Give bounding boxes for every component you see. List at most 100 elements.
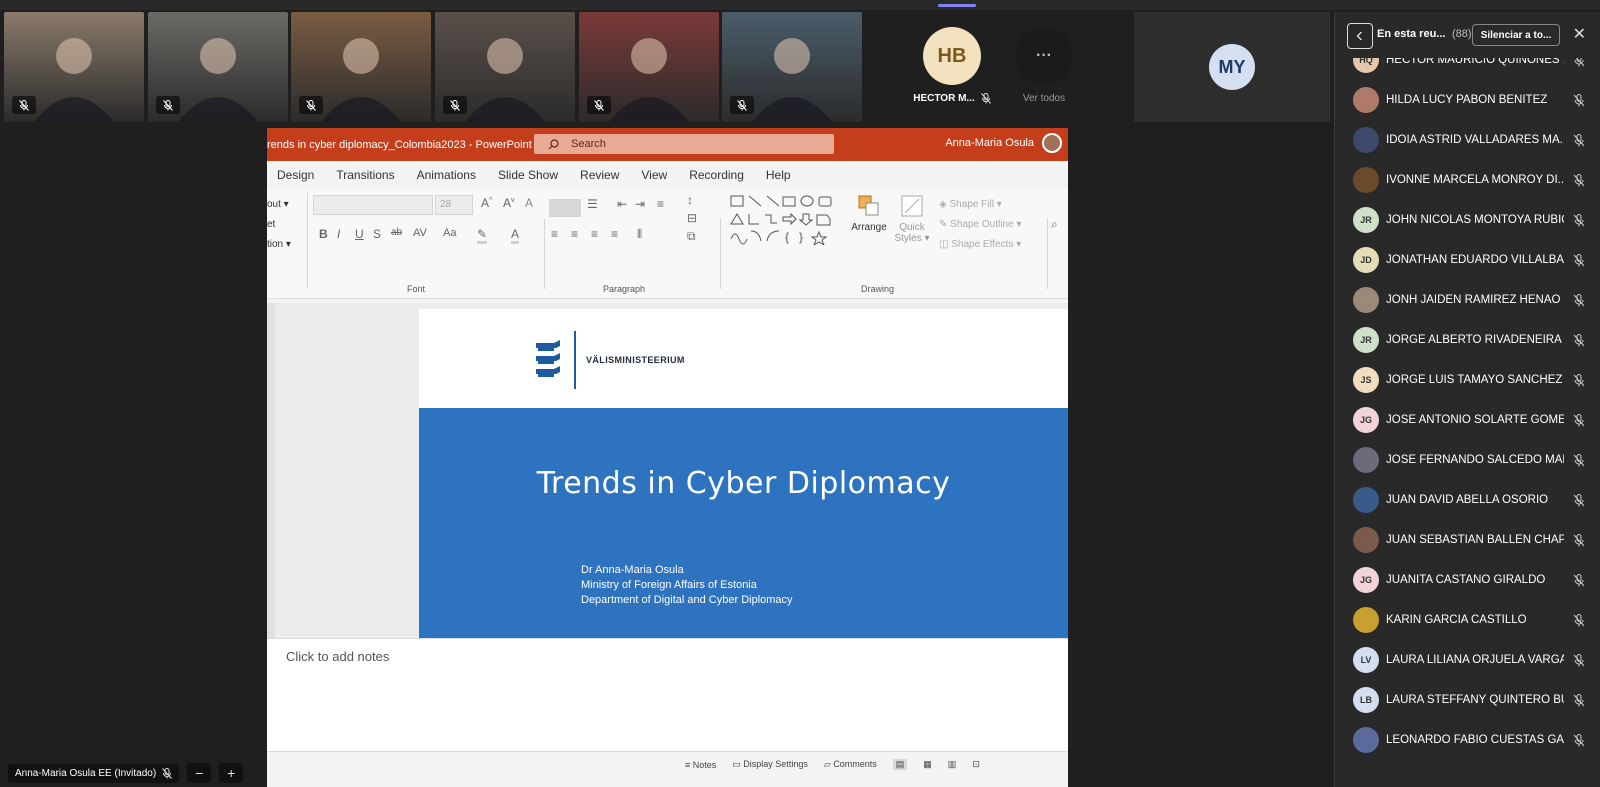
align-center-icon[interactable]: ≡ (571, 227, 578, 241)
grow-font-icon[interactable]: A^ (481, 196, 492, 210)
align-right-icon[interactable]: ≡ (591, 227, 598, 241)
participant-row[interactable]: LV LAURA LILIANA ORJUELA VARGAS (1335, 640, 1600, 680)
participant-row[interactable]: JD JONATHAN EDUARDO VILLALBA... (1335, 240, 1600, 280)
ribbon-tab[interactable]: View (641, 168, 667, 182)
mic-off-icon[interactable] (1573, 93, 1585, 107)
zoom-in-button[interactable]: + (219, 763, 244, 783)
quick-styles-button[interactable]: Quick Styles ▾ (893, 193, 931, 255)
highlight-icon[interactable]: ✎ (477, 227, 488, 244)
participant-tile-my[interactable]: MY (1134, 12, 1330, 122)
text-direction-icon[interactable]: ↕ (687, 193, 693, 207)
arrange-button[interactable]: Arrange (849, 193, 889, 251)
find-icon[interactable]: ⌕ (1051, 217, 1058, 232)
ribbon-tab[interactable]: Recording (689, 168, 744, 182)
ribbon-tab[interactable]: Help (766, 168, 791, 182)
participant-row[interactable]: JOSE FERNANDO SALCEDO MAR... (1335, 440, 1600, 480)
shrink-font-icon[interactable]: Av (503, 196, 515, 210)
font-name-dropdown[interactable] (313, 195, 433, 215)
participant-row[interactable]: JONH JAIDEN RAMIREZ HENAO (1335, 280, 1600, 320)
shape-effects-button[interactable]: ◫ Shape Effects ▾ (939, 235, 1021, 255)
increase-indent-icon[interactable]: ⇥ (635, 197, 645, 211)
participant-row[interactable]: JR JORGE ALBERTO RIVADENEIRA R... (1335, 320, 1600, 360)
participant-row[interactable]: JUAN DAVID ABELLA OSORIO (1335, 480, 1600, 520)
change-case-icon[interactable]: Aa (443, 227, 456, 239)
participant-row[interactable]: JUAN SEBASTIAN BALLEN CHAP... (1335, 520, 1600, 560)
normal-view-icon[interactable]: ▤ (892, 759, 908, 770)
mic-off-icon[interactable] (1573, 58, 1585, 67)
mic-off-icon[interactable] (1573, 213, 1585, 227)
back-button[interactable] (1347, 23, 1373, 49)
participant-row[interactable]: IDOIA ASTRID VALLADARES MA... (1335, 120, 1600, 160)
ppt-user-avatar[interactable] (1042, 133, 1062, 153)
layout-button[interactable]: out ▾ (267, 195, 291, 215)
video-tile[interactable] (722, 12, 862, 122)
slide-sorter-icon[interactable]: ▦ (923, 759, 932, 770)
ribbon-tab[interactable]: Animations (417, 168, 476, 182)
shadow-icon[interactable]: S (373, 227, 381, 241)
underline-icon[interactable]: U (355, 227, 364, 241)
participant-row[interactable]: LB LAURA STEFFANY QUINTERO BU... (1335, 680, 1600, 720)
view-all-tile[interactable]: ··· Ver todos (974, 12, 1114, 122)
ribbon-tab[interactable]: Design (277, 168, 314, 182)
bullets-button[interactable] (549, 199, 581, 217)
notes-toggle[interactable]: ≡ Notes (685, 760, 716, 770)
align-left-icon[interactable]: ≡ (551, 227, 558, 241)
mic-off-icon[interactable] (1573, 533, 1585, 547)
participant-row[interactable]: KARIN GARCIA CASTILLO (1335, 600, 1600, 640)
section-button[interactable]: tion ▾ (267, 235, 291, 255)
mic-off-icon[interactable] (1573, 573, 1585, 587)
participant-row[interactable]: JR JOHN NICOLAS MONTOYA RUBIO (1335, 200, 1600, 240)
ribbon-tab[interactable]: Slide Show (498, 168, 558, 182)
mute-all-button[interactable]: Silenciar a to... (1472, 24, 1560, 46)
shape-fill-button[interactable]: ◈ Shape Fill ▾ (939, 195, 1021, 215)
reading-view-icon[interactable]: ▥ (948, 759, 957, 770)
smartart-icon[interactable]: ⧉ (687, 229, 696, 244)
participant-row[interactable]: HILDA LUCY PABON BENITEZ (1335, 80, 1600, 120)
video-tile[interactable] (148, 12, 288, 122)
italic-icon[interactable]: I (337, 227, 340, 241)
mic-off-icon[interactable] (1573, 653, 1585, 667)
numbering-icon[interactable]: ☰ (587, 197, 598, 211)
mic-off-icon[interactable] (1573, 253, 1585, 267)
shapes-gallery[interactable]: {} (729, 193, 841, 247)
ppt-search-box[interactable]: Search (534, 134, 834, 154)
mic-off-icon[interactable] (1573, 133, 1585, 147)
video-tile[interactable] (435, 12, 575, 122)
notes-pane[interactable]: Click to add notes (267, 638, 1068, 758)
line-spacing-icon[interactable]: ≡ (657, 197, 664, 211)
participant-row[interactable]: JG JOSE ANTONIO SOLARTE GOMEZ (1335, 400, 1600, 440)
comments-button[interactable]: ▱ Comments (824, 759, 877, 770)
mic-off-icon[interactable] (1573, 333, 1585, 347)
slide-canvas[interactable]: VÄLISMINISTEERIUM Trends in Cyber Diplom… (419, 309, 1068, 678)
mic-off-icon[interactable] (1573, 733, 1585, 747)
video-tile[interactable] (579, 12, 719, 122)
clear-format-icon[interactable]: A (525, 196, 533, 210)
bold-icon[interactable]: B (319, 227, 328, 241)
ribbon-tab[interactable]: Transitions (336, 168, 394, 182)
mic-off-icon[interactable] (1573, 373, 1585, 387)
mic-off-icon[interactable] (1573, 293, 1585, 307)
display-settings-button[interactable]: ▭ Display Settings (732, 759, 808, 770)
mic-off-icon[interactable] (1573, 493, 1585, 507)
justify-icon[interactable]: ≡ (611, 227, 618, 241)
mic-off-icon[interactable] (1573, 693, 1585, 707)
mic-off-icon[interactable] (1573, 613, 1585, 627)
video-tile[interactable] (291, 12, 431, 122)
slideshow-view-icon[interactable]: ⊡ (972, 759, 980, 770)
zoom-out-button[interactable]: − (187, 763, 212, 783)
participant-row[interactable]: JG JUANITA CASTAÑO GIRALDO (1335, 560, 1600, 600)
align-text-icon[interactable]: ⊟ (687, 211, 697, 225)
mic-off-icon[interactable] (1573, 453, 1585, 467)
mic-off-icon[interactable] (1573, 413, 1585, 427)
char-spacing-icon[interactable]: AV (413, 227, 427, 239)
decrease-indent-icon[interactable]: ⇤ (617, 197, 627, 211)
shape-outline-button[interactable]: ✎ Shape Outline ▾ (939, 215, 1021, 235)
columns-icon[interactable]: ⫴ (637, 227, 642, 242)
font-size-dropdown[interactable]: 28 (435, 195, 473, 215)
video-tile[interactable] (4, 12, 144, 122)
reset-button[interactable]: et (267, 215, 291, 235)
font-color-icon[interactable]: A (511, 227, 520, 244)
participant-row[interactable]: LEONARDO FABIO CUESTAS GA... (1335, 720, 1600, 760)
participant-row[interactable]: IVONNE MARCELA MONROY DI... (1335, 160, 1600, 200)
ribbon-tab[interactable]: Review (580, 168, 619, 182)
